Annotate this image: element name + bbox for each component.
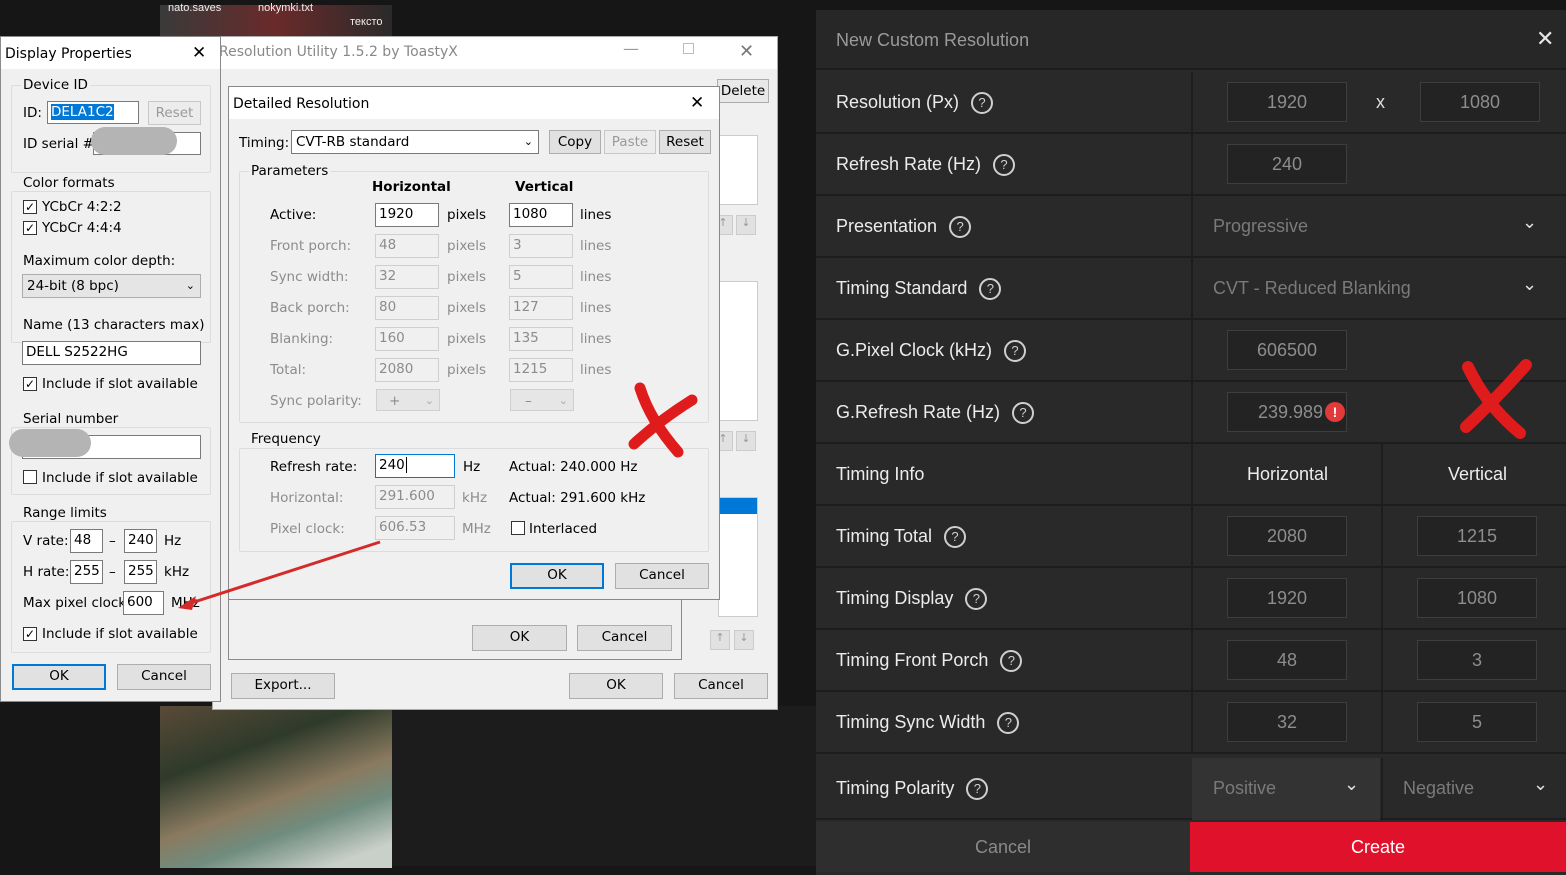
help-icon[interactable]: ?	[944, 526, 967, 549]
front-porch-label: Timing Front Porch	[836, 650, 989, 670]
help-icon[interactable]: ?	[1000, 650, 1023, 673]
amd-title: New Custom Resolution	[836, 30, 1030, 50]
row-resolution: Resolution (Px)? 1920 x 1080	[816, 72, 1566, 134]
polarity-label: Timing Polarity	[836, 778, 955, 798]
row-presentation: Presentation? Progressive ⌄	[816, 196, 1566, 258]
warning-icon: !	[1325, 402, 1345, 422]
cancel-button[interactable]: Cancel	[816, 822, 1190, 872]
row-timing-display: Timing Display? 1920 1080	[816, 568, 1566, 630]
grefresh-label: G.Refresh Rate (Hz)	[836, 402, 1001, 422]
column-divider	[1191, 320, 1193, 382]
row-grefresh: G.Refresh Rate (Hz)? 239.989 !	[816, 382, 1566, 444]
refresh-label: Refresh Rate (Hz)	[836, 154, 982, 174]
column-divider	[1191, 72, 1193, 134]
presentation-label: Presentation	[836, 216, 938, 236]
help-icon[interactable]: ?	[1012, 402, 1035, 425]
column-divider	[1191, 568, 1193, 630]
red-x-stroke	[1460, 359, 1532, 439]
row-timing-total: Timing Total? 2080 1215	[816, 506, 1566, 568]
polarity-v-value: Negative	[1403, 778, 1475, 798]
help-icon[interactable]: ?	[979, 278, 1002, 301]
total-h-input[interactable]: 2080	[1227, 516, 1347, 556]
row-front-porch: Timing Front Porch? 48 3	[816, 630, 1566, 692]
timing-info-label: Timing Info	[836, 464, 925, 484]
red-arrow-head	[178, 596, 196, 610]
column-divider	[1191, 692, 1193, 754]
help-icon[interactable]: ?	[997, 712, 1020, 735]
sync-width-label: Timing Sync Width	[836, 712, 986, 732]
total-v-input[interactable]: 1215	[1417, 516, 1537, 556]
pixel-clock-label: G.Pixel Clock (kHz)	[836, 340, 993, 360]
polarity-h-value: Positive	[1213, 778, 1277, 798]
display-h-input[interactable]: 1920	[1227, 578, 1347, 618]
row-timing-info: Timing Info Horizontal Vertical	[816, 444, 1566, 506]
resolution-x: x	[1376, 92, 1385, 112]
row-timing-standard: Timing Standard? CVT - Reduced Blanking …	[816, 258, 1566, 320]
chevron-down-icon: ⌄	[1533, 774, 1549, 794]
column-divider	[1381, 506, 1383, 568]
amd-custom-resolution-panel: New Custom Resolution ✕ Resolution (Px)?…	[816, 10, 1566, 875]
close-icon[interactable]: ✕	[1536, 26, 1554, 52]
row-pixel-clock: G.Pixel Clock (kHz)? 606500	[816, 320, 1566, 382]
help-icon[interactable]: ?	[993, 154, 1016, 177]
resolution-width-input[interactable]: 1920	[1227, 82, 1347, 122]
column-divider	[1191, 196, 1193, 258]
red-arrow-annotation	[187, 540, 381, 606]
front-porch-v-input[interactable]: 3	[1417, 640, 1537, 680]
help-icon[interactable]: ?	[1004, 340, 1027, 363]
sync-width-h-input[interactable]: 32	[1227, 702, 1347, 742]
row-refresh: Refresh Rate (Hz)? 240	[816, 134, 1566, 196]
resolution-label: Resolution (Px)	[836, 92, 960, 112]
grefresh-value: 239.989	[1258, 402, 1324, 422]
column-divider	[1191, 382, 1193, 444]
column-divider	[1191, 630, 1193, 692]
timing-standard-label: Timing Standard	[836, 278, 968, 298]
create-button[interactable]: Create	[1190, 822, 1566, 872]
annotation-overlay	[178, 382, 698, 610]
row-polarity: Timing Polarity? Positive ⌄ Negative ⌄	[816, 758, 1566, 820]
timing-standard-dropdown[interactable]: CVT - Reduced Blanking	[1213, 278, 1411, 299]
column-divider	[1381, 444, 1383, 506]
chevron-down-icon: ⌄	[1344, 774, 1360, 794]
pixel-clock-input[interactable]: 606500	[1227, 330, 1347, 370]
column-divider	[1381, 630, 1383, 692]
refresh-input[interactable]: 240	[1227, 144, 1347, 184]
sync-width-v-input[interactable]: 5	[1417, 702, 1537, 742]
resolution-height-input[interactable]: 1080	[1420, 82, 1540, 122]
row-sync-width: Timing Sync Width? 32 5	[816, 692, 1566, 754]
timing-display-label: Timing Display	[836, 588, 954, 608]
column-divider	[1191, 444, 1193, 506]
help-icon[interactable]: ?	[965, 588, 988, 611]
column-divider	[1381, 692, 1383, 754]
column-divider	[1191, 506, 1193, 568]
chevron-down-icon[interactable]: ⌄	[1522, 212, 1537, 233]
polarity-v-dropdown[interactable]: Negative ⌄	[1383, 758, 1566, 820]
help-icon[interactable]: ?	[971, 92, 994, 115]
red-x-mark	[628, 382, 698, 458]
polarity-h-dropdown[interactable]: Positive ⌄	[1192, 758, 1380, 820]
chevron-down-icon[interactable]: ⌄	[1522, 274, 1537, 295]
column-divider	[1191, 134, 1193, 196]
timing-total-label: Timing Total	[836, 526, 933, 546]
vertical-header: Vertical	[1448, 464, 1508, 484]
front-porch-h-input[interactable]: 48	[1227, 640, 1347, 680]
column-divider	[1381, 568, 1383, 630]
column-divider	[1191, 258, 1193, 320]
presentation-dropdown[interactable]: Progressive	[1213, 216, 1308, 237]
help-icon[interactable]: ?	[949, 216, 972, 239]
horizontal-header: Horizontal	[1247, 464, 1329, 484]
display-v-input[interactable]: 1080	[1417, 578, 1537, 618]
annotation-x-mark	[1460, 359, 1532, 439]
help-icon[interactable]: ?	[966, 778, 989, 801]
